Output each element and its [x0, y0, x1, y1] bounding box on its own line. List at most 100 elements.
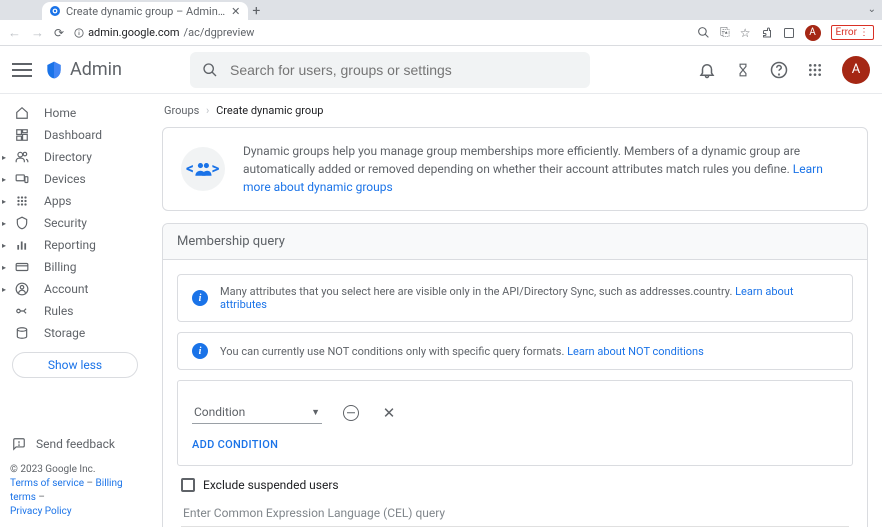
hourglass-icon[interactable]	[734, 61, 752, 79]
remove-condition-button[interactable]: ✕	[380, 404, 398, 422]
condition-builder: Condition ▼ ✕ ADD CONDITION	[177, 380, 853, 466]
info-icon: i	[192, 290, 208, 306]
account-avatar[interactable]: A	[842, 56, 870, 84]
back-icon[interactable]: ←	[8, 25, 21, 41]
sidebar-item-devices[interactable]: ▸ Devices	[0, 168, 150, 190]
admin-logo[interactable]: Admin	[44, 59, 122, 80]
shield-icon	[14, 216, 30, 230]
info-panel: <> Dynamic groups help you manage group …	[162, 127, 868, 211]
zoom-icon[interactable]	[697, 26, 710, 39]
address-bar[interactable]: admin.google.com/ac/dgpreview	[74, 26, 687, 39]
browser-tab-strip: Create dynamic group – Admin… ✕ + ⌄	[0, 0, 882, 20]
dashboard-icon	[14, 128, 30, 142]
sidebar-item-billing[interactable]: ▸ Billing	[0, 256, 150, 278]
chevron-right-icon: ▸	[2, 285, 6, 294]
sidebar-item-storage[interactable]: Storage	[0, 322, 150, 344]
browser-tab[interactable]: Create dynamic group – Admin… ✕	[42, 2, 248, 20]
sidebar-item-apps[interactable]: ▸ Apps	[0, 190, 150, 212]
privacy-link[interactable]: Privacy Policy	[10, 506, 72, 517]
home-icon	[14, 106, 30, 120]
condition-label: Condition	[194, 405, 245, 419]
sidebar-item-rules[interactable]: Rules	[0, 300, 150, 322]
reload-icon[interactable]: ⟳	[54, 26, 64, 40]
chevron-right-icon: ▸	[2, 263, 6, 272]
learn-not-conditions-link[interactable]: Learn about NOT conditions	[567, 345, 704, 358]
copyright: © 2023 Google Inc.	[10, 463, 140, 477]
sidebar-label: Dashboard	[44, 128, 102, 142]
add-condition-button[interactable]: ADD CONDITION	[192, 438, 838, 451]
svg-text:>: >	[212, 159, 220, 177]
tab-switcher-icon[interactable]	[783, 27, 795, 39]
notifications-icon[interactable]	[698, 61, 716, 79]
storage-icon	[14, 326, 30, 340]
info-panel-text: Dynamic groups help you manage group mem…	[243, 142, 849, 196]
sidebar-item-account[interactable]: ▸ Account	[0, 278, 150, 300]
sidebar-label: Account	[44, 282, 88, 296]
site-info-icon	[74, 28, 84, 38]
exclude-label: Exclude suspended users	[203, 478, 339, 492]
sidebar-item-security[interactable]: ▸ Security	[0, 212, 150, 234]
tab-close-icon[interactable]: ✕	[231, 5, 240, 18]
chevron-down-icon: ▼	[311, 407, 320, 418]
app-bar: Admin A	[0, 46, 882, 94]
forward-icon[interactable]: →	[31, 25, 44, 41]
panel-header: Membership query	[163, 224, 867, 260]
browser-toolbar: ← → ⟳ admin.google.com/ac/dgpreview ⎘ ☆ …	[0, 20, 882, 46]
chevron-right-icon: ▸	[2, 175, 6, 184]
sidebar-item-directory[interactable]: ▸ Directory	[0, 146, 150, 168]
sidebar-label: Reporting	[44, 238, 96, 252]
install-icon[interactable]: ⎘	[720, 25, 730, 40]
feedback-icon	[12, 437, 26, 451]
show-less-button[interactable]: Show less	[12, 352, 138, 378]
tabs-caret-icon[interactable]: ⌄	[868, 4, 876, 15]
directory-icon	[14, 150, 30, 164]
extensions-icon[interactable]	[761, 27, 773, 39]
search-bar[interactable]	[190, 52, 590, 88]
sidebar-label: Home	[44, 106, 76, 120]
attributes-info-message: i Many attributes that you select here a…	[177, 274, 853, 322]
url-path: /ac/dgpreview	[184, 26, 255, 39]
search-input[interactable]	[230, 62, 578, 78]
remove-circle-icon	[343, 405, 359, 421]
apps-nav-icon	[14, 194, 30, 208]
billing-icon	[14, 260, 30, 274]
devices-icon	[14, 172, 30, 186]
send-feedback-button[interactable]: Send feedback	[0, 428, 150, 459]
sidebar-label: Apps	[44, 194, 72, 208]
bookmark-icon[interactable]: ☆	[740, 26, 751, 40]
profile-avatar[interactable]: A	[805, 25, 821, 41]
new-tab-button[interactable]: +	[252, 2, 270, 20]
svg-text:<: <	[186, 159, 194, 177]
condition-dropdown[interactable]: Condition ▼	[192, 401, 322, 424]
search-icon	[202, 62, 218, 78]
not-conditions-info-message: i You can currently use NOT conditions o…	[177, 332, 853, 370]
sidebar-item-dashboard[interactable]: Dashboard	[0, 124, 150, 146]
main-content: Groups › Create dynamic group <> Dynamic…	[150, 94, 882, 527]
exclude-condition-button[interactable]	[342, 404, 360, 422]
sidebar-label: Billing	[44, 260, 77, 274]
terms-link[interactable]: Terms of service	[10, 478, 84, 489]
breadcrumb-parent[interactable]: Groups	[164, 104, 199, 117]
url-domain: admin.google.com	[88, 26, 179, 39]
error-badge[interactable]: Error⋮	[831, 25, 874, 40]
feedback-label: Send feedback	[36, 437, 115, 451]
dynamic-group-illustration-icon: <>	[181, 147, 225, 191]
chevron-right-icon: ▸	[2, 219, 6, 228]
sidebar-item-reporting[interactable]: ▸ Reporting	[0, 234, 150, 256]
menu-icon[interactable]	[12, 63, 32, 77]
exclude-suspended-checkbox[interactable]	[181, 478, 195, 492]
sidebar-label: Storage	[44, 326, 85, 340]
apps-icon[interactable]	[806, 61, 824, 79]
help-icon[interactable]	[770, 61, 788, 79]
chevron-right-icon: ▸	[2, 153, 6, 162]
exclude-suspended-row[interactable]: Exclude suspended users	[181, 478, 853, 492]
info-icon: i	[192, 343, 208, 359]
sidebar-label: Security	[44, 216, 87, 230]
sidebar-item-home[interactable]: Home	[0, 102, 150, 124]
breadcrumb-current: Create dynamic group	[216, 104, 323, 117]
rules-icon	[14, 304, 30, 318]
account-icon	[14, 282, 30, 296]
close-icon: ✕	[383, 404, 396, 422]
sidebar-label: Rules	[44, 304, 73, 318]
cel-query-input[interactable]: Enter Common Expression Language (CEL) q…	[181, 502, 849, 527]
